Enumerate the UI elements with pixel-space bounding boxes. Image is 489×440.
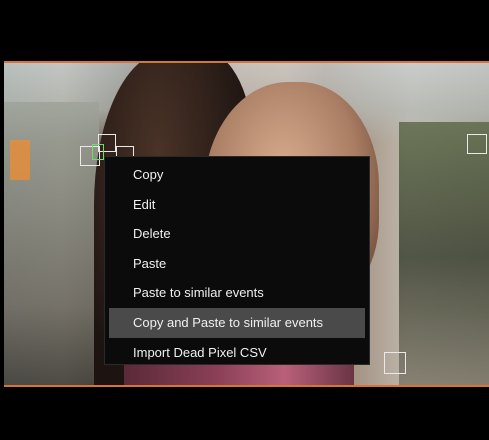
dead-pixel-marker[interactable] — [467, 134, 487, 154]
frame-bottom-border — [4, 385, 489, 387]
context-menu: Copy Edit Delete Paste Paste to similar … — [104, 156, 370, 365]
frame-background-right — [399, 122, 489, 386]
menu-item-copy-and-paste-to-similar[interactable]: Copy and Paste to similar events — [109, 307, 365, 338]
menu-item-copy[interactable]: Copy — [105, 160, 369, 190]
dead-pixel-marker-selected[interactable] — [92, 144, 104, 160]
menu-item-paste[interactable]: Paste — [105, 249, 369, 279]
menu-item-import-dead-pixel-csv[interactable]: Import Dead Pixel CSV — [105, 338, 369, 368]
dead-pixel-marker[interactable] — [384, 352, 406, 374]
menu-item-delete[interactable]: Delete — [105, 219, 369, 249]
menu-item-paste-to-similar[interactable]: Paste to similar events — [105, 278, 369, 308]
frame-orange-patch — [10, 140, 30, 180]
menu-item-edit[interactable]: Edit — [105, 190, 369, 220]
frame-top-border — [4, 61, 489, 63]
video-viewer: Copy Edit Delete Paste Paste to similar … — [0, 0, 489, 440]
